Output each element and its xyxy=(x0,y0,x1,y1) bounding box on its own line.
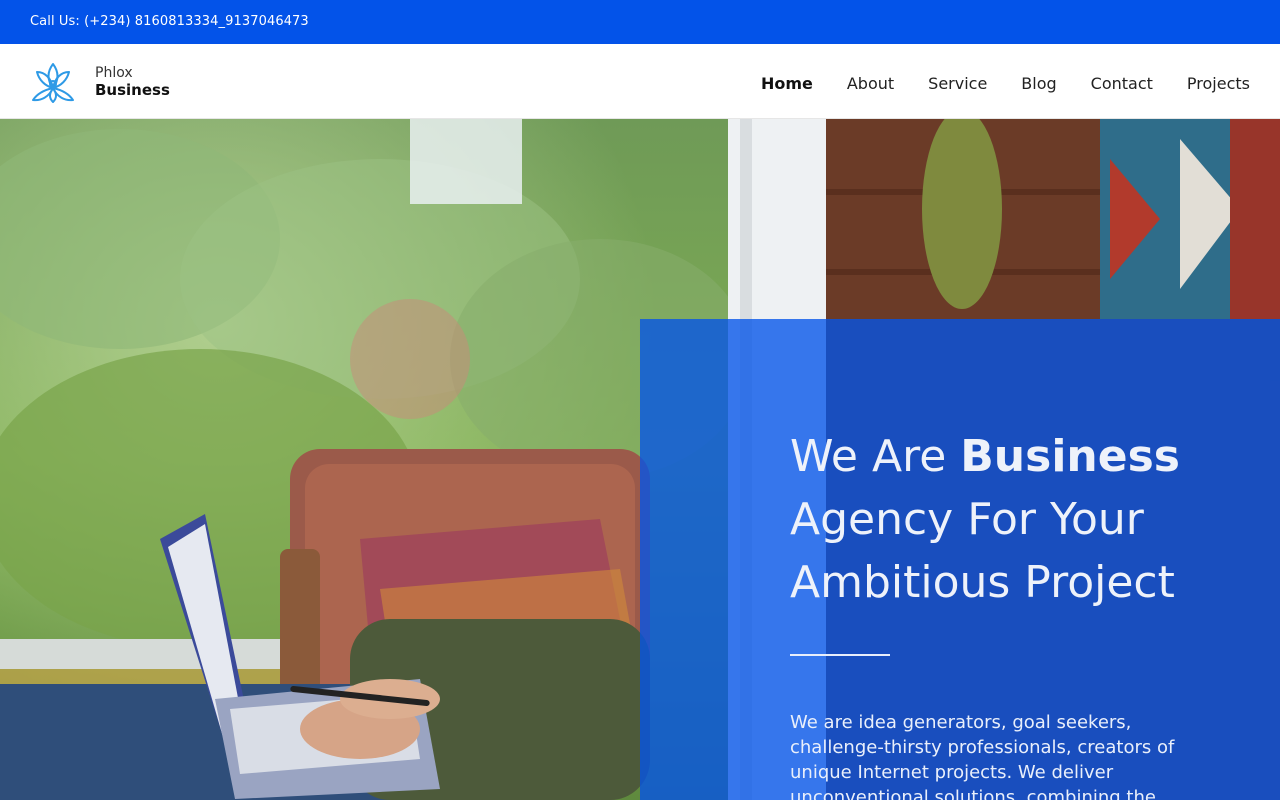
primary-menu: Home About Service Blog Contact Projects xyxy=(727,74,1250,94)
headline-intro: We Are xyxy=(790,431,961,482)
top-contact-bar: Call Us: (+234) 8160813334_9137046473 xyxy=(0,0,1280,44)
headline-rest: Agency For Your Ambitious Project xyxy=(790,494,1175,608)
nav-about[interactable]: About xyxy=(847,74,894,94)
nav-service[interactable]: Service xyxy=(928,74,987,94)
nav-home[interactable]: Home xyxy=(761,74,813,94)
hero-text-panel: We Are Business Agency For Your Ambitiou… xyxy=(640,319,1280,800)
brand-wordmark: Phlox Business xyxy=(95,65,170,99)
hero-headline: We Are Business Agency For Your Ambitiou… xyxy=(790,425,1250,614)
nav-contact[interactable]: Contact xyxy=(1091,74,1153,94)
headline-emphasis: Business xyxy=(960,431,1180,482)
nav-projects[interactable]: Projects xyxy=(1187,74,1250,94)
hero-section: We Are Business Agency For Your Ambitiou… xyxy=(0,119,1280,800)
brand-line2: Business xyxy=(95,81,170,99)
phone-number[interactable]: Call Us: (+234) 8160813334_9137046473 xyxy=(30,14,309,30)
hero-description: We are idea generators, goal seekers, ch… xyxy=(790,712,1175,800)
main-navbar: Phlox Business Home About Service Blog C… xyxy=(0,44,1280,119)
nav-blog[interactable]: Blog xyxy=(1021,74,1056,94)
lotus-icon xyxy=(32,63,74,103)
site-logo[interactable]: Phlox Business xyxy=(30,60,170,104)
headline-divider xyxy=(790,654,890,656)
brand-line1: Phlox xyxy=(95,65,133,81)
